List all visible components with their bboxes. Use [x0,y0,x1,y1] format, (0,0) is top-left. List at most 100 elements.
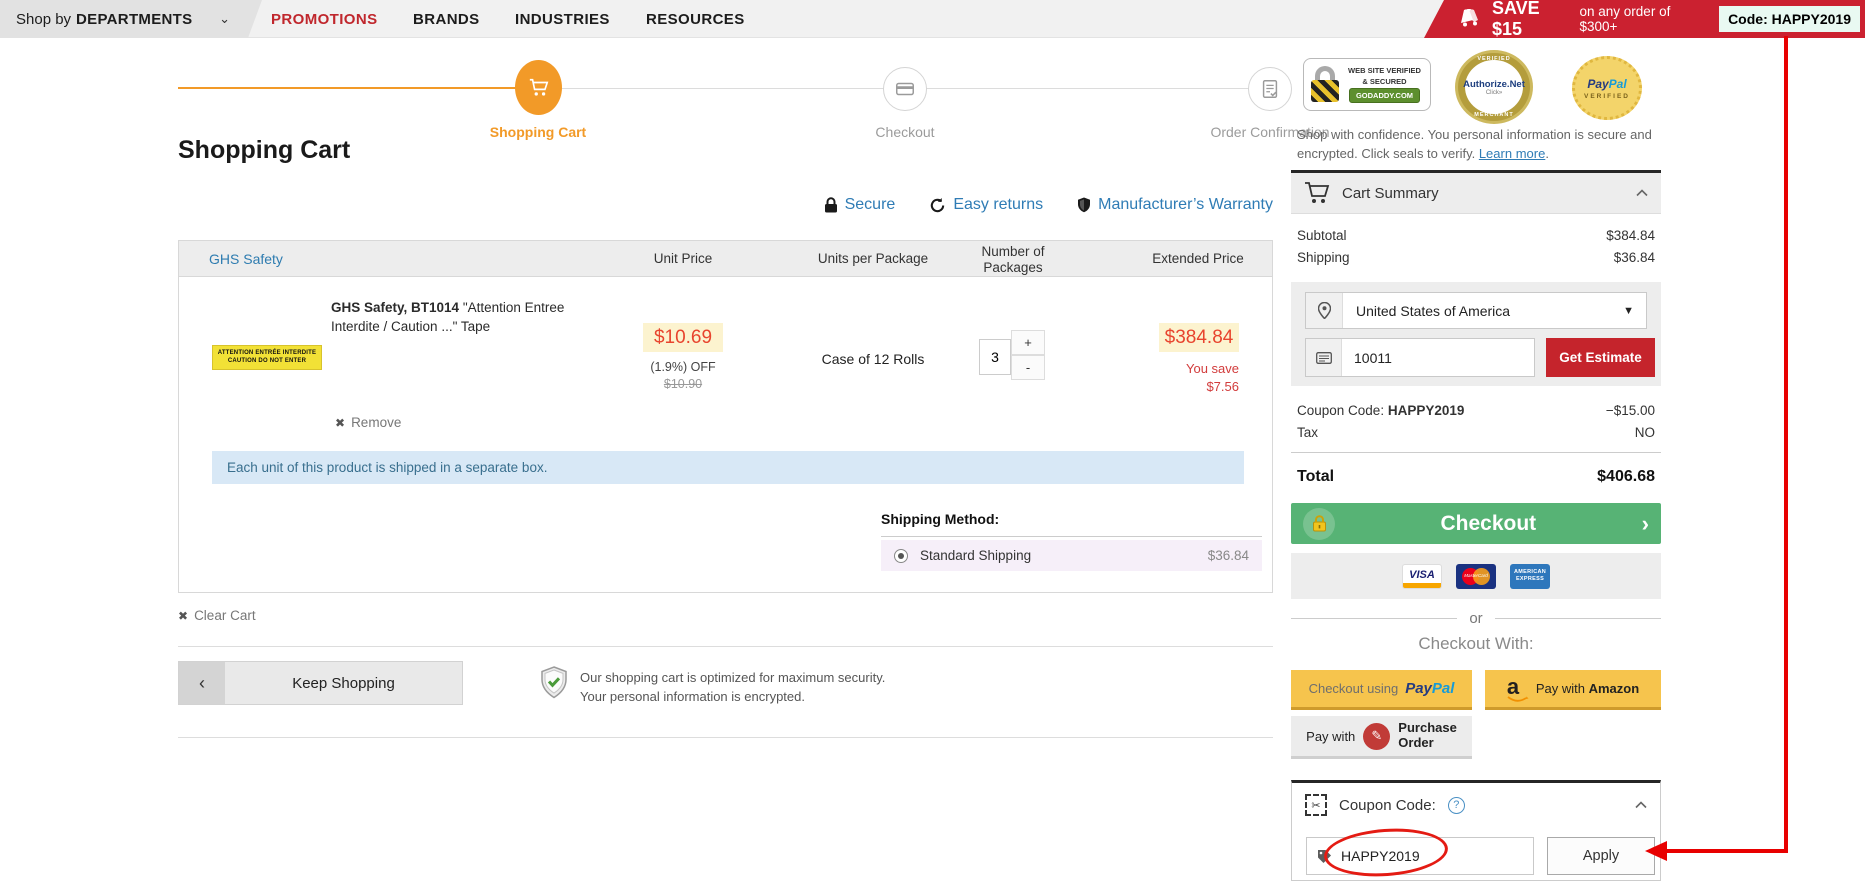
shipping-radio-selected[interactable] [894,549,908,563]
authorize-net-seal[interactable]: VERIFIED Authorize.Net Click» MERCHANT [1458,53,1530,121]
banner-save-text: SAVE $15 [1492,0,1574,40]
or-separator: or [1291,610,1661,627]
visa-text: VISA [1403,569,1441,581]
bells-icon [1454,6,1484,32]
checkout-progress: Shopping Cart Checkout Order Confirmatio… [178,52,1273,142]
product-image[interactable]: ATTENTION ENTRÉE INTERDITE CAUTION DO NO… [212,345,322,370]
easy-returns-link[interactable]: Easy returns [929,196,1043,214]
divider [178,646,1273,647]
shop-by-departments-menu[interactable]: Shop by DEPARTMENTS ⌄ [0,0,262,38]
amazon-pay-label: Pay with Amazon [1536,681,1639,696]
header-nop-line2: Packages [983,260,1042,275]
quantity-input[interactable] [979,339,1011,375]
po-line1: Purchase [1398,720,1457,735]
checkout-with-title: Checkout With: [1291,634,1661,654]
godaddy-text-line2: & SECURED [1362,77,1406,86]
accepted-cards-strip: VISA MasterCard AMERICAN EXPRESS [1291,553,1661,599]
cart-table: GHS Safety Unit Price Units per Package … [178,240,1273,593]
amex-icon: AMERICAN EXPRESS [1510,564,1550,589]
quantity-increase-button[interactable]: + [1011,330,1045,355]
checkout-lock-icon [1303,508,1335,540]
product-title[interactable]: GHS Safety, BT1014 "Attention Entree Int… [331,299,571,337]
paypal-checkout-button[interactable]: Checkout using PayPal [1291,670,1472,710]
total-row: Total $406.68 [1297,468,1655,486]
vendor-link[interactable]: GHS Safety [209,251,283,267]
header-number-of-packages: Number of Packages [951,244,1075,276]
shipping-option-price: $36.84 [1208,548,1249,563]
shipping-note: Each unit of this product is shipped in … [212,451,1244,484]
po-line2: Order [1398,735,1433,750]
keep-shopping-button[interactable]: ‹ Keep Shopping [178,661,463,705]
purchase-order-button[interactable]: Pay with ✎ Purchase Order [1291,716,1472,759]
old-price: $10.90 [623,377,743,391]
warranty-link[interactable]: Manufacturer’s Warranty [1077,196,1273,214]
paypal-verified-seal[interactable]: PayPal VERIFIED [1572,56,1642,120]
credit-card-icon [894,78,916,100]
paypal-logo: PayPal [1405,680,1454,697]
paypal-prefix: Checkout using [1309,681,1399,696]
back-chevron-icon: ‹ [179,662,225,704]
shipping-option-row: Standard Shipping $36.84 [881,540,1262,571]
easy-returns-label: Easy returns [953,196,1043,214]
step-checkout[interactable] [883,67,927,111]
progress-line-active [178,87,545,89]
annotation-arrowhead-icon [1645,841,1667,861]
godaddy-badge: GODADDY.COM [1349,88,1420,103]
collapse-chevron-icon[interactable] [1636,189,1648,197]
nav-resources[interactable]: RESOURCES [646,0,745,38]
quantity-decrease-button[interactable]: - [1011,355,1045,380]
zip-input[interactable] [1354,350,1504,366]
coupon-collapse-chevron-icon[interactable] [1635,801,1647,809]
nav-brands[interactable]: BRANDS [413,0,480,38]
amazon-pay-button[interactable]: a Pay with Amazon [1485,670,1661,710]
clear-cart-button[interactable]: ✖ Clear Cart [178,608,256,623]
apply-coupon-button[interactable]: Apply [1547,837,1655,875]
header-units-per-package: Units per Package [793,251,953,266]
cart-icon [528,77,550,99]
amazon-brand: Amazon [1589,681,1640,696]
you-save-value: $7.56 [1206,379,1239,394]
unit-price: $10.69 [643,323,723,352]
paypal-logo-2: Pal [1432,680,1455,697]
shipping-label: Shipping [1297,250,1350,265]
step-label-cart: Shopping Cart [448,124,628,140]
secure-link[interactable]: Secure [824,196,896,214]
you-save-label: You save [1186,361,1239,376]
cart-summary-title: Cart Summary [1342,185,1439,202]
tax-row: Tax NO [1297,425,1655,440]
nav-industries[interactable]: INDUSTRIES [515,0,610,38]
country-select[interactable]: United States of America ▼ [1305,292,1647,329]
shipping-method-label: Shipping Method: [881,511,999,527]
secure-label: Secure [845,196,896,214]
get-estimate-button[interactable]: Get Estimate [1546,338,1655,377]
help-icon[interactable]: ? [1448,797,1465,814]
cart-item-row: ATTENTION ENTRÉE INTERDITE CAUTION DO NO… [178,277,1273,593]
divider [178,737,1273,738]
remove-item-button[interactable]: ✖ Remove [335,415,401,430]
banner-offer-text: on any order of $300+ [1580,4,1711,34]
authorize-brand: Authorize.Net [1463,79,1525,90]
chevron-down-icon: ⌄ [219,11,230,27]
tax-label: Tax [1297,425,1318,440]
checkout-button[interactable]: Checkout › [1291,503,1661,544]
step-shopping-cart[interactable] [515,60,562,115]
page-title: Shopping Cart [178,136,350,165]
nav-promotions[interactable]: PROMOTIONS [271,0,378,38]
shop-by-label: Shop by [16,11,71,28]
units-per-package-value: Case of 12 Rolls [793,351,953,367]
security-note: Our shopping cart is optimized for maxim… [540,666,885,707]
checkout-arrow-icon: › [1642,513,1649,535]
summary-divider [1291,452,1661,453]
mastercard-icon: MasterCard [1456,564,1496,589]
order-document-icon [1259,78,1281,100]
tape-text-line2: CAUTION DO NOT ENTER [228,358,306,366]
lock-icon [824,197,838,213]
paypal-seal-verified: VERIFIED [1584,93,1630,100]
godaddy-seal[interactable]: WEB SITE VERIFIED & SECURED GODADDY.COM [1303,58,1431,111]
cart-summary-header: Cart Summary [1291,170,1661,214]
paypal-seal-brand-1: Pay [1587,77,1608,91]
or-label: or [1469,610,1482,627]
returns-arrow-icon [929,197,946,214]
learn-more-link[interactable]: Learn more [1479,146,1545,161]
visa-icon: VISA [1402,564,1442,589]
